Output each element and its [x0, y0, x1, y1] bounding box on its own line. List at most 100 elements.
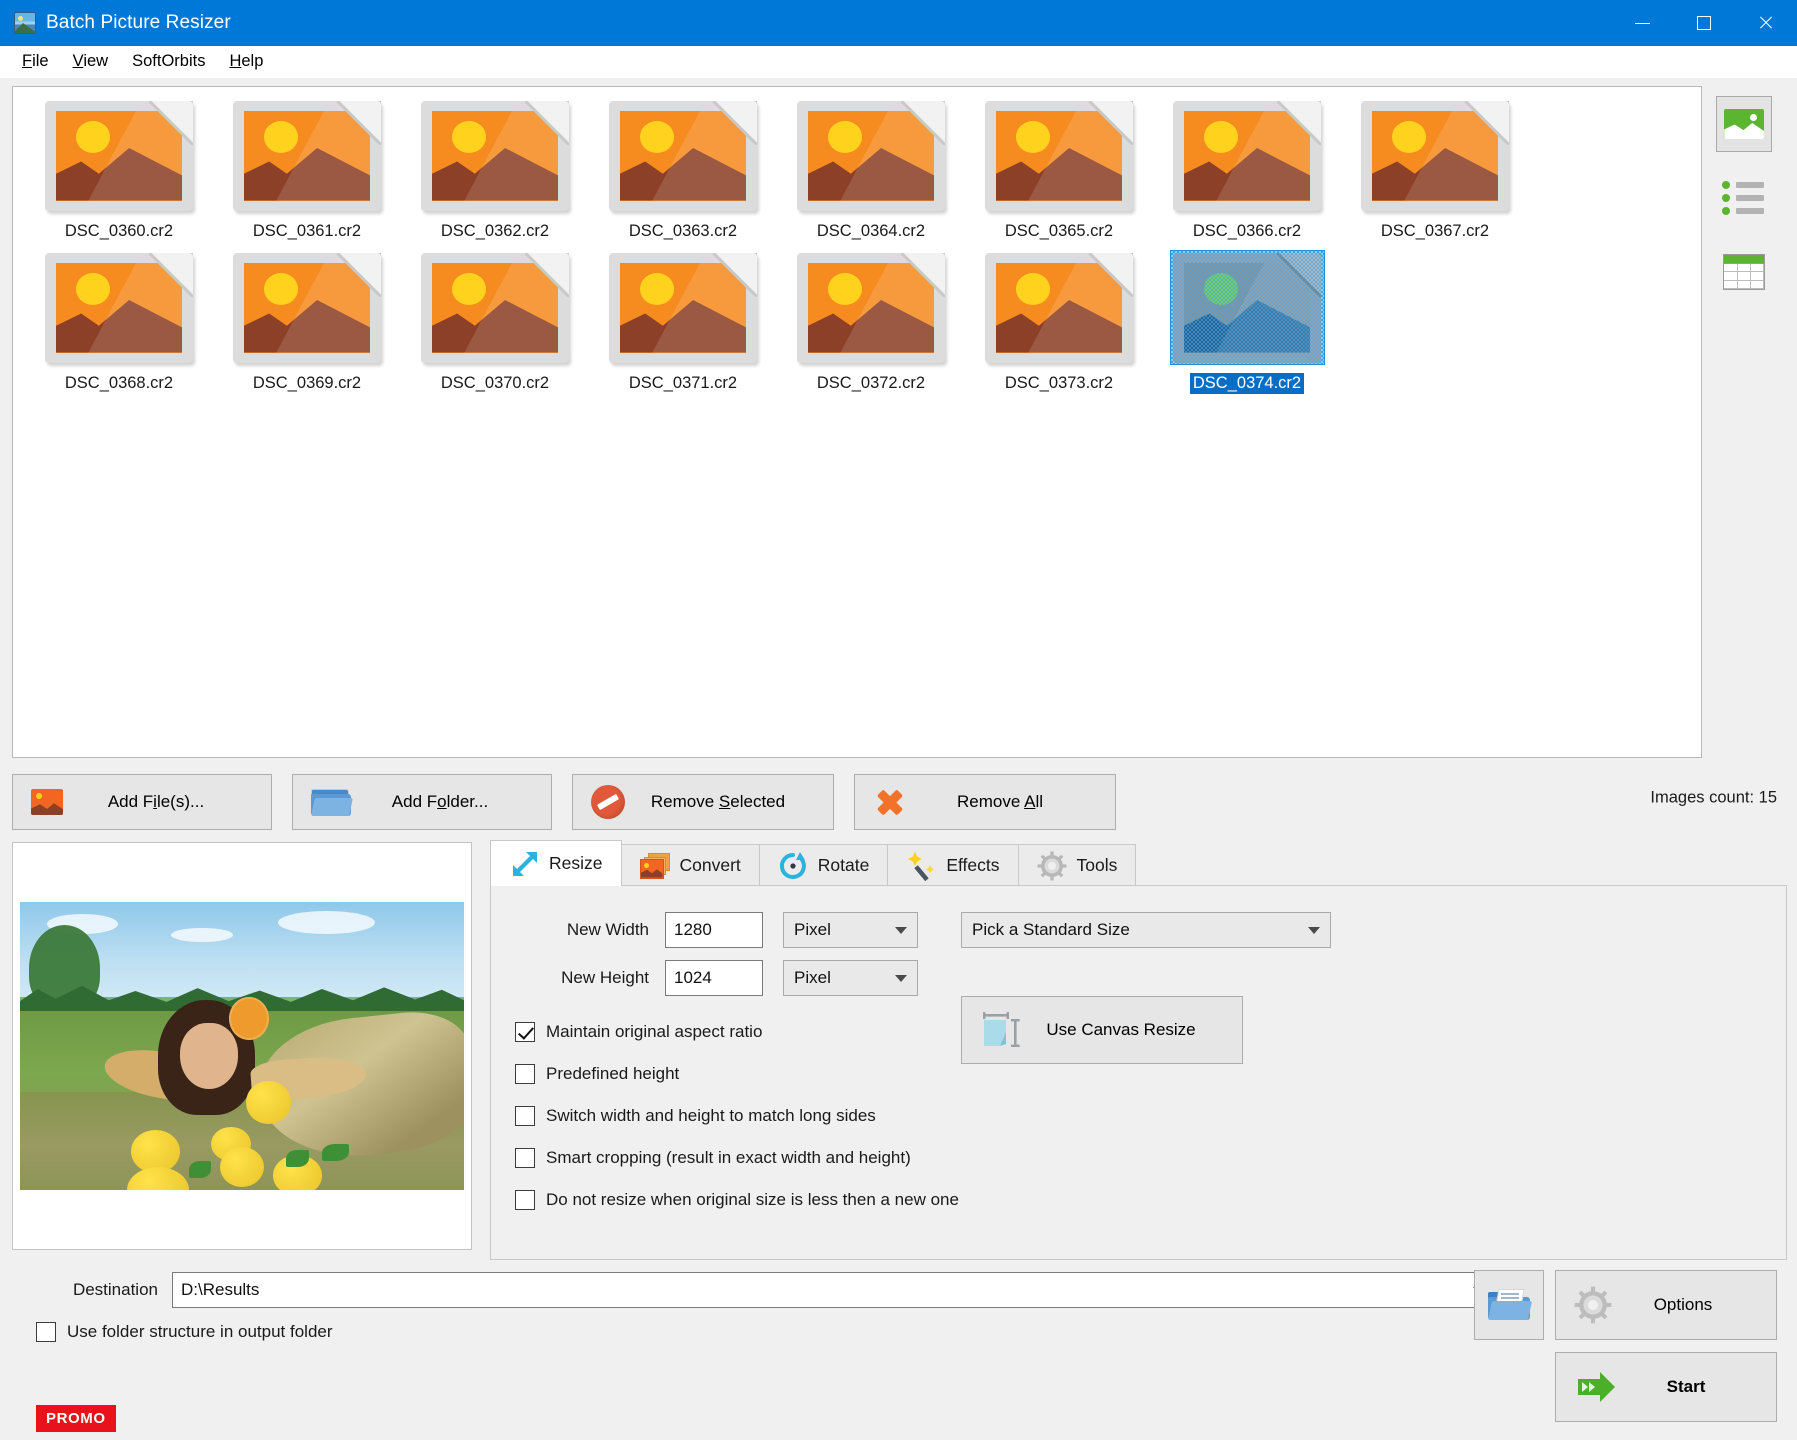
promo-badge[interactable]: PROMO — [36, 1405, 116, 1432]
thumbnail-item[interactable]: DSC_0365.cr2 — [965, 99, 1153, 251]
standard-size-select[interactable]: Pick a Standard Size — [961, 912, 1331, 948]
picture-placeholder-icon — [609, 100, 757, 211]
thumbnail-item[interactable]: DSC_0372.cr2 — [777, 251, 965, 403]
picture-placeholder-icon — [233, 252, 381, 363]
picture-placeholder-icon — [421, 252, 569, 363]
thumbnail-item[interactable]: DSC_0371.cr2 — [589, 251, 777, 403]
tab-effects[interactable]: Effects — [887, 844, 1019, 886]
tab-rotate[interactable]: Rotate — [758, 844, 889, 886]
resize-option-row[interactable]: Predefined height — [515, 1064, 1762, 1084]
new-height-input[interactable] — [665, 960, 763, 996]
thumbnail-item[interactable]: DSC_0366.cr2 — [1153, 99, 1341, 251]
details-view-button[interactable] — [1716, 244, 1772, 300]
thumbnail-item[interactable]: DSC_0370.cr2 — [401, 251, 589, 403]
chevron-down-icon — [895, 974, 907, 982]
thumbnail-item[interactable]: DSC_0373.cr2 — [965, 251, 1153, 403]
resize-option-row[interactable]: Switch width and height to match long si… — [515, 1106, 1762, 1126]
use-folder-structure-row[interactable]: Use folder structure in output folder — [36, 1322, 333, 1342]
add-folder-button[interactable]: Add Folder... — [292, 774, 552, 830]
options-button[interactable]: Options — [1555, 1270, 1777, 1340]
thumbnail-area: DSC_0360.cr2 DSC_0361.cr2 DSC_0362.cr2 DSC_… — [12, 86, 1787, 758]
thumbnail-image[interactable] — [983, 251, 1136, 364]
resize-option-checkbox[interactable] — [515, 1106, 535, 1126]
thumbnail-image[interactable] — [419, 251, 572, 364]
resize-option-row[interactable]: Smart cropping (result in exact width an… — [515, 1148, 1762, 1168]
thumbnail-image[interactable] — [231, 99, 384, 212]
thumbnail-view-button[interactable] — [1716, 96, 1773, 152]
thumbnail-image[interactable] — [795, 99, 948, 212]
height-unit-select[interactable]: Pixel — [783, 960, 918, 996]
thumbnail-item[interactable]: DSC_0367.cr2 — [1341, 99, 1529, 251]
resize-option-checkbox[interactable] — [515, 1148, 535, 1168]
tab-tools[interactable]: Tools — [1017, 844, 1137, 886]
minimize-button[interactable] — [1611, 0, 1673, 46]
picture-placeholder-icon — [233, 100, 381, 211]
start-button[interactable]: Start — [1555, 1352, 1777, 1422]
menu-file[interactable]: File — [10, 49, 61, 74]
destination-input[interactable]: D:\Results — [172, 1272, 1494, 1308]
picture-placeholder-icon — [797, 100, 945, 211]
picture-placeholder-icon — [985, 100, 1133, 211]
thumbnail-label: DSC_0367.cr2 — [1380, 222, 1490, 240]
thumbnail-item[interactable]: DSC_0364.cr2 — [777, 99, 965, 251]
picture-placeholder-icon — [609, 252, 757, 363]
close-button[interactable] — [1735, 0, 1797, 46]
destination-value: D:\Results — [181, 1280, 260, 1299]
thumbnail-image[interactable] — [43, 251, 196, 364]
convert-images-icon — [639, 852, 670, 879]
thumbnail-item[interactable]: DSC_0360.cr2 — [25, 99, 213, 251]
minimize-icon — [1634, 22, 1650, 24]
remove-all-button[interactable]: Remove All — [854, 774, 1116, 830]
thumbnail-view-icon — [1724, 109, 1765, 139]
thumbnail-item[interactable]: DSC_0369.cr2 — [213, 251, 401, 403]
menu-help[interactable]: Help — [217, 49, 275, 74]
use-folder-structure-checkbox[interactable] — [36, 1322, 56, 1342]
resize-option-checkbox[interactable] — [515, 1022, 535, 1042]
thumbnail-image[interactable] — [795, 251, 948, 364]
thumbnail-item[interactable]: DSC_0368.cr2 — [25, 251, 213, 403]
thumbnail-image[interactable] — [43, 99, 196, 212]
resize-option-row[interactable]: Do not resize when original size is less… — [515, 1190, 1762, 1210]
thumbnail-image[interactable] — [607, 99, 760, 212]
thumbnail-image[interactable] — [1171, 99, 1324, 212]
add-folder-label: Add Folder... — [391, 792, 489, 811]
thumbnail-image[interactable] — [1169, 250, 1325, 365]
new-width-label: New Width — [566, 920, 649, 939]
thumbnail-image[interactable] — [607, 251, 760, 364]
thumbnail-item[interactable]: DSC_0363.cr2 — [589, 99, 777, 251]
resize-option-label: Maintain original aspect ratio — [546, 1022, 763, 1041]
window-controls — [1611, 0, 1797, 46]
resize-option-checkbox[interactable] — [515, 1190, 535, 1210]
maximize-button[interactable] — [1673, 0, 1735, 46]
width-unit-select[interactable]: Pixel — [783, 912, 918, 948]
file-actions-row: Add File(s)... Add Folder... Remove Sele… — [12, 758, 1787, 838]
thumbnail-list[interactable]: DSC_0360.cr2 DSC_0361.cr2 DSC_0362.cr2 DSC_… — [12, 86, 1702, 758]
thumbnail-image[interactable] — [231, 251, 384, 364]
picture-placeholder-icon — [1173, 252, 1321, 363]
thumbnail-item[interactable]: DSC_0362.cr2 — [401, 99, 589, 251]
thumbnail-label: DSC_0369.cr2 — [252, 374, 362, 392]
tab-resize[interactable]: Resize — [490, 840, 622, 886]
list-view-button[interactable] — [1716, 170, 1772, 226]
destination-label: Destination — [72, 1280, 158, 1299]
add-files-label: Add File(s)... — [107, 792, 205, 811]
bottom-bar: Destination D:\Results Use folder struct… — [12, 1260, 1787, 1440]
thumbnail-item[interactable]: DSC_0374.cr2 — [1153, 250, 1341, 403]
thumbnail-item[interactable]: DSC_0361.cr2 — [213, 99, 401, 251]
thumbnail-label: DSC_0366.cr2 — [1192, 222, 1302, 240]
thumbnail-image[interactable] — [1359, 99, 1512, 212]
thumbnail-image[interactable] — [419, 99, 572, 212]
thumbnail-label: DSC_0374.cr2 — [1189, 373, 1305, 394]
canvas-resize-icon — [980, 1010, 1022, 1050]
add-files-button[interactable]: Add File(s)... — [12, 774, 272, 830]
use-canvas-resize-button[interactable]: Use Canvas Resize — [961, 996, 1243, 1064]
browse-destination-button[interactable] — [1474, 1270, 1544, 1340]
maximize-icon — [1697, 16, 1711, 30]
thumbnail-image[interactable] — [983, 99, 1136, 212]
new-width-input[interactable] — [665, 912, 763, 948]
tab-convert[interactable]: Convert — [620, 844, 760, 886]
remove-selected-button[interactable]: Remove Selected — [572, 774, 834, 830]
menu-view[interactable]: View — [61, 49, 120, 74]
menu-softorbits[interactable]: SoftOrbits — [120, 49, 217, 74]
resize-option-checkbox[interactable] — [515, 1064, 535, 1084]
